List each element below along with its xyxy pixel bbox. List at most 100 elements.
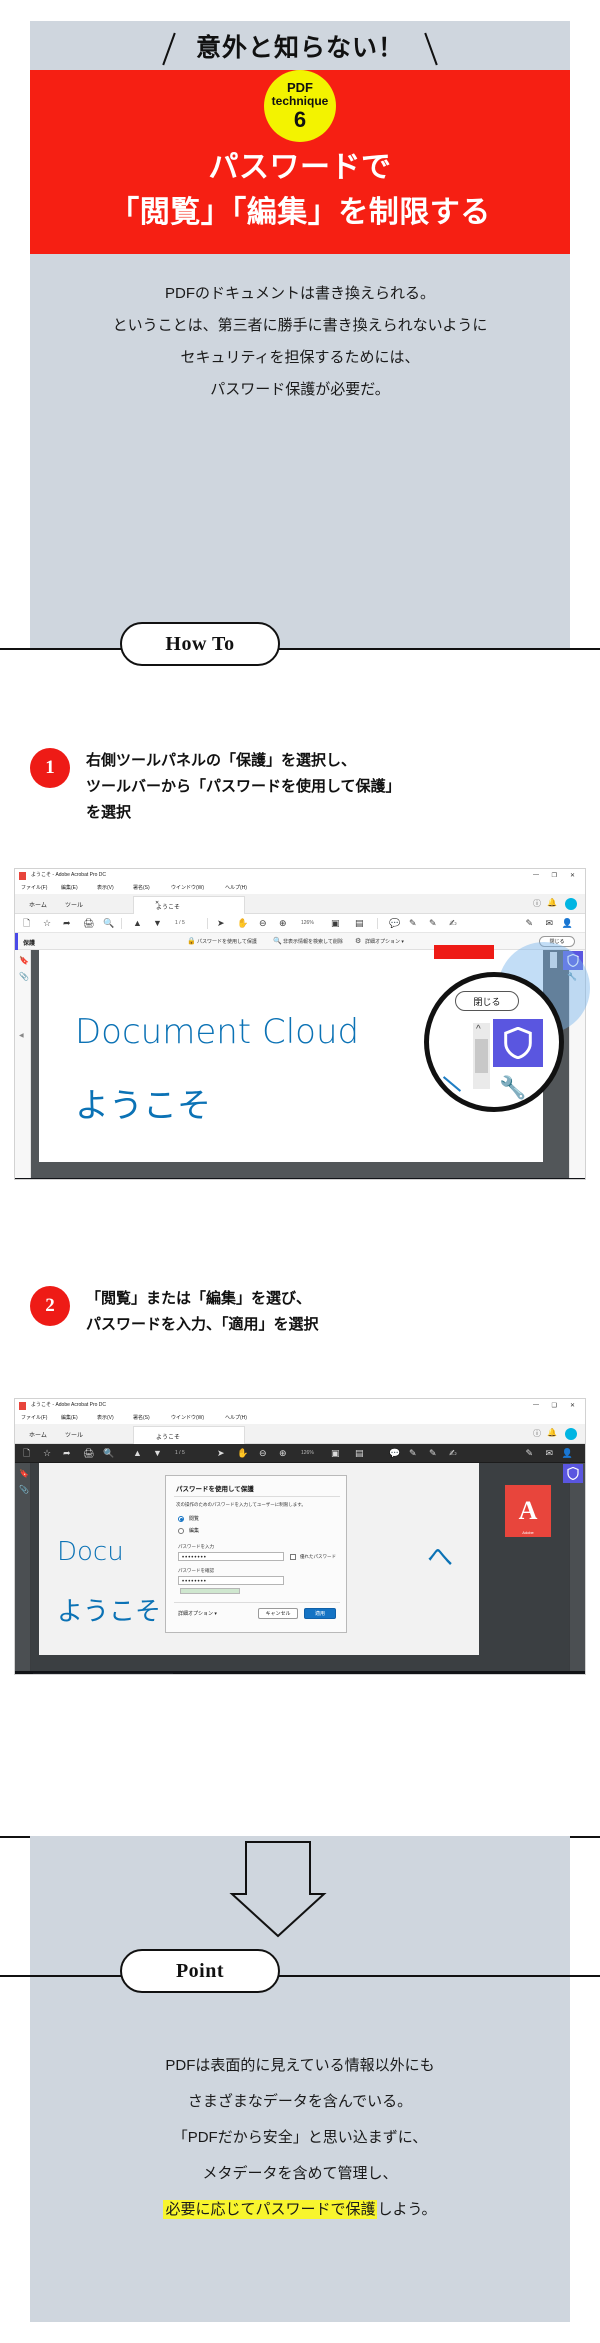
- print-icon-2[interactable]: 🖨: [83, 1448, 94, 1459]
- share-icon-2[interactable]: ➦: [63, 1448, 71, 1459]
- tab-home-1[interactable]: ホーム: [29, 900, 47, 909]
- zoom-level-1[interactable]: 126%: [301, 920, 314, 926]
- close-icon-2[interactable]: ✕: [570, 1402, 575, 1409]
- hand-tool-icon-1[interactable]: ✋: [237, 918, 248, 929]
- send-icon-2[interactable]: 👤: [562, 1448, 573, 1459]
- panel-collapse-icon-1[interactable]: ◀: [19, 1032, 24, 1039]
- menu-edit-1[interactable]: 編集(E): [61, 884, 78, 891]
- search-icon-2[interactable]: 🔍: [103, 1448, 114, 1459]
- tab-document-2[interactable]: ようこそ: [133, 1426, 245, 1444]
- menu-window-1[interactable]: ウインドウ(W): [171, 884, 204, 891]
- tab-close-icon-1[interactable]: ✕: [155, 900, 159, 906]
- menu-help-1[interactable]: ヘルプ(H): [225, 884, 247, 891]
- page-up-icon-1[interactable]: ▲: [133, 918, 142, 929]
- comment-icon-1[interactable]: 💬: [389, 918, 400, 929]
- bookmark-icon-1[interactable]: 🔖: [19, 956, 29, 965]
- password-protect-icon[interactable]: 🔒: [187, 937, 196, 945]
- radio-edit[interactable]: [178, 1528, 184, 1534]
- magnified-scroll-up-icon[interactable]: ^: [476, 1024, 481, 1035]
- select-cursor-icon-2[interactable]: ➤: [217, 1448, 225, 1459]
- password-field-1[interactable]: ••••••••: [178, 1552, 284, 1561]
- magnified-wrench-icon[interactable]: 🔧: [499, 1075, 526, 1101]
- fit-width-icon-1[interactable]: ▤: [355, 918, 364, 929]
- maximize-icon-2[interactable]: ❑: [552, 1402, 557, 1409]
- send-icon-1[interactable]: 👤: [562, 918, 573, 929]
- menu-help-2[interactable]: ヘルプ(H): [225, 1414, 247, 1421]
- star-icon-2[interactable]: ☆: [43, 1448, 51, 1459]
- page-up-icon-2[interactable]: ▲: [133, 1448, 142, 1459]
- bookmark-icon-2[interactable]: 🔖: [19, 1469, 29, 1478]
- highlight-icon-2[interactable]: ✎: [409, 1448, 417, 1459]
- sign-icon-1[interactable]: ✍: [449, 918, 457, 929]
- apply-button[interactable]: 適用: [304, 1608, 336, 1619]
- minimize-icon-1[interactable]: —: [533, 872, 539, 878]
- remove-hidden-item[interactable]: 非表示情報を検索して削除: [283, 938, 343, 945]
- tab-tools-2[interactable]: ツール: [65, 1430, 83, 1439]
- taskbar-search-2[interactable]: ここに入力して検索: [33, 1673, 173, 1674]
- advanced-options-item[interactable]: 詳細オプション ▾: [365, 938, 404, 945]
- sign-icon-2[interactable]: ✍: [449, 1448, 457, 1459]
- help-icon-2[interactable]: ⓘ: [533, 1428, 541, 1439]
- magnified-scroll-thumb[interactable]: [475, 1039, 488, 1073]
- fill-sign-icon-1[interactable]: ✎: [525, 918, 533, 929]
- close-icon-1[interactable]: ✕: [570, 872, 575, 879]
- advanced-options-icon[interactable]: ⚙: [355, 937, 361, 945]
- star-icon-1[interactable]: ☆: [43, 918, 51, 929]
- share-icon-1[interactable]: ➦: [63, 918, 71, 929]
- select-cursor-icon-1[interactable]: ➤: [217, 918, 225, 929]
- protect-shield-icon-small-2[interactable]: [563, 1464, 583, 1483]
- magnified-protect-shield-icon[interactable]: [493, 1019, 543, 1067]
- save-icon-2[interactable]: 🗋: [23, 1448, 30, 1459]
- cancel-button[interactable]: キャンセル: [258, 1608, 298, 1619]
- fit-page-icon-2[interactable]: ▣: [331, 1448, 340, 1459]
- print-icon-1[interactable]: 🖨: [83, 918, 94, 929]
- advanced-options-link[interactable]: 詳細オプション ▾: [178, 1610, 217, 1617]
- tab-tools-1[interactable]: ツール: [65, 900, 83, 909]
- avatar-1[interactable]: [565, 898, 577, 910]
- tab-document-1[interactable]: ようこそ: [133, 896, 245, 914]
- draw-icon-2[interactable]: ✎: [429, 1448, 437, 1459]
- menu-sign-2[interactable]: 署名(S): [133, 1414, 150, 1421]
- mail-icon-1[interactable]: ✉: [545, 918, 553, 929]
- bell-icon-1[interactable]: 🔔: [547, 898, 557, 907]
- search-icon-1[interactable]: 🔍: [103, 918, 114, 929]
- zoom-out-icon-1[interactable]: ⊖: [259, 918, 267, 929]
- page-down-icon-2[interactable]: ▼: [153, 1448, 162, 1459]
- menu-view-1[interactable]: 表示(V): [97, 884, 114, 891]
- taskbar-clock-2[interactable]: 20:47 2021/02/05: [542, 1673, 565, 1674]
- menu-view-2[interactable]: 表示(V): [97, 1414, 114, 1421]
- bell-icon-2[interactable]: 🔔: [547, 1428, 557, 1437]
- magnified-close-button[interactable]: 閉じる: [455, 991, 519, 1011]
- magnified-scrollbar[interactable]: ^: [473, 1023, 490, 1089]
- menu-file-1[interactable]: ファイル(F): [21, 884, 47, 891]
- menu-sign-1[interactable]: 署名(S): [133, 884, 150, 891]
- menu-window-2[interactable]: ウインドウ(W): [171, 1414, 204, 1421]
- password-field-2[interactable]: ••••••••: [178, 1576, 284, 1585]
- highlight-icon-1[interactable]: ✎: [409, 918, 417, 929]
- draw-icon-1[interactable]: ✎: [429, 918, 437, 929]
- attachment-icon-1[interactable]: 📎: [19, 972, 29, 981]
- minimize-icon-2[interactable]: —: [533, 1402, 539, 1408]
- hand-tool-icon-2[interactable]: ✋: [237, 1448, 248, 1459]
- maximize-icon-1[interactable]: ❐: [552, 872, 557, 879]
- zoom-in-icon-1[interactable]: ⊕: [279, 918, 287, 929]
- help-icon-1[interactable]: ⓘ: [533, 898, 541, 909]
- password-protect-item[interactable]: パスワードを使用して保護: [197, 938, 257, 945]
- menu-file-2[interactable]: ファイル(F): [21, 1414, 47, 1421]
- attachment-icon-2[interactable]: 📎: [19, 1485, 29, 1494]
- comment-icon-2[interactable]: 💬: [389, 1448, 400, 1459]
- radio-view[interactable]: [178, 1516, 184, 1522]
- fit-width-icon-2[interactable]: ▤: [355, 1448, 364, 1459]
- save-icon-1[interactable]: 🗋: [23, 918, 30, 929]
- zoom-out-icon-2[interactable]: ⊖: [259, 1448, 267, 1459]
- remove-hidden-icon[interactable]: 🔍: [273, 937, 282, 945]
- tab-home-2[interactable]: ホーム: [29, 1430, 47, 1439]
- page-down-icon-1[interactable]: ▼: [153, 918, 162, 929]
- zoom-in-icon-2[interactable]: ⊕: [279, 1448, 287, 1459]
- fill-sign-icon-2[interactable]: ✎: [525, 1448, 533, 1459]
- mail-icon-2[interactable]: ✉: [545, 1448, 553, 1459]
- menu-edit-2[interactable]: 編集(E): [61, 1414, 78, 1421]
- fit-page-icon-1[interactable]: ▣: [331, 918, 340, 929]
- zoom-level-2[interactable]: 126%: [301, 1450, 314, 1456]
- avatar-2[interactable]: [565, 1428, 577, 1440]
